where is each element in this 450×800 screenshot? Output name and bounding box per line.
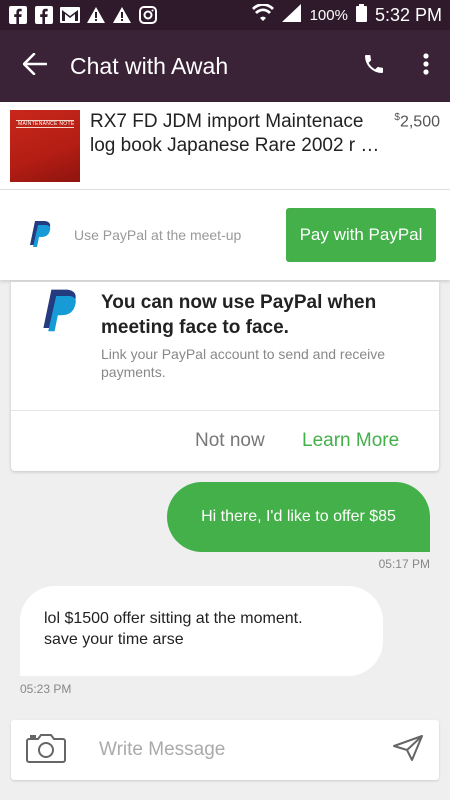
signal-icon	[281, 4, 302, 26]
listing-header[interactable]: MAINTENANCE NOTE RX7 FD JDM import Maint…	[0, 102, 450, 190]
call-button[interactable]	[346, 30, 402, 102]
app-bar: Chat with Awah	[0, 30, 450, 102]
more-vert-icon	[423, 52, 429, 80]
warning-icon	[112, 5, 132, 25]
message-timestamp: 05:23 PM	[20, 682, 72, 696]
message-timestamp: 05:17 PM	[378, 557, 430, 571]
camera-button[interactable]	[11, 720, 81, 780]
paypal-logo-icon	[39, 288, 83, 336]
gmail-icon	[60, 5, 80, 25]
listing-price: $2,500	[394, 110, 440, 131]
learn-more-button[interactable]: Learn More	[302, 430, 399, 452]
promo-subtitle: Link your PayPal account to send and rec…	[101, 346, 386, 380]
back-button[interactable]	[0, 30, 70, 102]
message-composer	[11, 720, 439, 780]
pay-with-paypal-button[interactable]: Pay with PayPal	[286, 208, 436, 262]
price-value: 2,500	[399, 113, 440, 131]
camera-icon	[26, 733, 66, 768]
warning-icon	[86, 5, 106, 25]
facebook-icon	[34, 5, 54, 25]
incoming-message[interactable]: lol $1500 offer sitting at the moment. s…	[20, 586, 383, 676]
send-icon	[392, 734, 424, 767]
wifi-icon	[251, 3, 274, 26]
divider	[11, 410, 439, 411]
listing-title: RX7 FD JDM import Maintenace log book Ja…	[90, 111, 380, 156]
send-button[interactable]	[377, 720, 439, 780]
instagram-icon	[138, 5, 158, 25]
phone-icon	[362, 52, 386, 81]
page-title: Chat with Awah	[70, 52, 229, 79]
paypal-icon	[28, 220, 54, 250]
clock: 5:32 PM	[374, 4, 442, 25]
listing-thumbnail: MAINTENANCE NOTE	[10, 110, 80, 182]
paypal-bar: Use PayPal at the meet-up Pay with PayPa…	[0, 190, 450, 280]
message-input[interactable]	[81, 739, 377, 761]
paypal-promo-card: You can now use PayPal when meeting face…	[11, 282, 439, 471]
battery-icon	[355, 4, 367, 26]
more-options-button[interactable]	[402, 30, 450, 102]
paypal-hint: Use PayPal at the meet-up	[74, 227, 242, 243]
facebook-icon	[8, 5, 28, 25]
status-bar: 100% 5:32 PM	[0, 0, 450, 30]
thumbnail-text: MAINTENANCE NOTE	[18, 121, 75, 127]
not-now-button[interactable]: Not now	[195, 430, 265, 452]
outgoing-message[interactable]: Hi there, I'd like to offer $85	[167, 482, 430, 552]
incoming-message-text: lol $1500 offer sitting at the moment. s…	[44, 610, 303, 648]
battery-text: 100%	[309, 6, 348, 24]
back-arrow-icon	[22, 52, 48, 80]
promo-title: You can now use PayPal when meeting face…	[101, 292, 377, 338]
